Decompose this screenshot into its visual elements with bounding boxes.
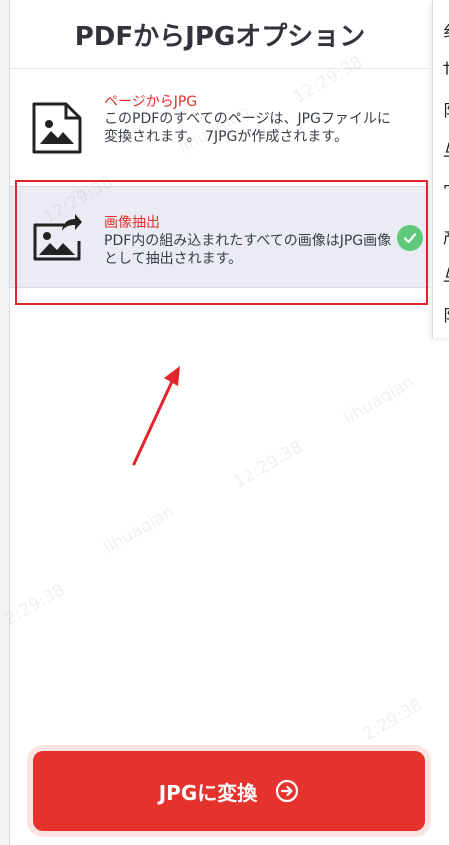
watermark-time: 2:29:38 xyxy=(1,579,69,631)
watermark-user: lihuaqian xyxy=(100,501,178,559)
left-sidebar-edge xyxy=(0,0,10,845)
watermark-time: 2:29:38 xyxy=(359,694,427,746)
option-description: このPDFのすべてのページは、JPGファイルに変換されます。 7JPGが作成され… xyxy=(104,111,391,145)
panel-glyph: 彑 xyxy=(443,137,449,161)
convert-to-jpg-button[interactable]: JPGに変換 xyxy=(33,751,425,831)
panel-glyph: 彑 xyxy=(443,262,449,286)
watermark-time: 12:29:38 xyxy=(230,437,307,493)
panel-glyph: 阝 xyxy=(443,302,449,326)
selected-check-icon xyxy=(397,225,423,251)
option-pages-to-jpg[interactable]: ページからJPG このPDFのすべてのページは、JPGファイルに変換されます。 … xyxy=(10,68,430,186)
annotation-arrow-icon xyxy=(132,366,180,466)
option-title: ページからJPG xyxy=(104,94,198,110)
image-export-icon xyxy=(33,214,82,261)
panel-glyph: 宀 xyxy=(443,177,449,201)
document-image-icon xyxy=(32,102,82,154)
option-extract-images[interactable]: 画像抽出 PDF内の組み込まれたすべての画像はJPG画像として抽出されます。 xyxy=(10,186,430,288)
panel-glyph: † xyxy=(443,58,449,77)
panel-glyph: 纟 xyxy=(443,18,449,42)
panel-glyph: 产 xyxy=(443,224,449,248)
page-title: PDFからJPGオプション xyxy=(10,0,430,69)
option-title: 画像抽出 xyxy=(104,215,160,231)
convert-button-label: JPGに変換 xyxy=(158,780,258,805)
option-description: PDF内の組み込まれたすべての画像はJPG画像として抽出されます。 xyxy=(104,233,392,267)
watermark-user: lihuaqian xyxy=(340,371,418,429)
panel-glyph: 阝 xyxy=(443,97,449,121)
arrow-right-circle-icon xyxy=(276,779,299,803)
right-side-panel: 纟 † 阝 彑 宀 产 彑 阝 xyxy=(432,0,449,338)
